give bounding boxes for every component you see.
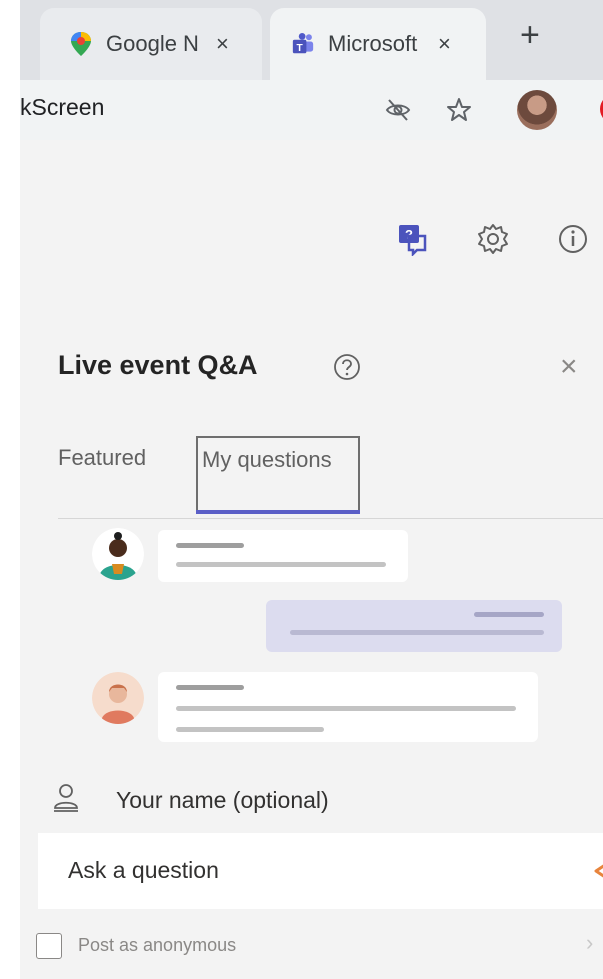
profile-avatar[interactable] xyxy=(517,90,557,130)
gear-icon[interactable] xyxy=(476,222,510,256)
address-bar[interactable]: kScreen xyxy=(20,80,603,140)
person-icon xyxy=(54,784,78,812)
bookmark-star-icon[interactable] xyxy=(445,96,473,124)
google-maps-icon xyxy=(71,32,91,56)
svg-text:T: T xyxy=(297,43,304,54)
eye-off-icon[interactable] xyxy=(384,96,412,124)
name-input[interactable]: Your name (optional) xyxy=(116,787,329,814)
ask-question-placeholder: Ask a question xyxy=(68,857,219,883)
tab-title: Microsoft xyxy=(328,31,418,56)
close-panel-icon[interactable]: × xyxy=(560,352,578,382)
question-bubble xyxy=(158,672,538,742)
tab-title: Google N xyxy=(106,31,198,56)
browser-tab-google[interactable]: Google N × xyxy=(40,8,262,80)
user-avatar xyxy=(92,528,144,580)
my-question-bubble xyxy=(266,600,562,652)
new-tab-button[interactable]: + xyxy=(520,18,540,52)
tab-my-questions[interactable]: My questions xyxy=(196,436,360,512)
tab-featured[interactable]: Featured xyxy=(58,445,146,471)
close-tab-icon[interactable]: × xyxy=(438,31,451,57)
anonymous-checkbox[interactable] xyxy=(36,933,62,959)
tabs-divider xyxy=(58,518,603,519)
window-edge xyxy=(0,0,20,979)
info-icon[interactable] xyxy=(556,222,590,256)
send-icon[interactable]: › xyxy=(586,930,593,956)
user-avatar xyxy=(92,672,144,724)
close-tab-icon[interactable]: × xyxy=(216,31,229,57)
question-bubble xyxy=(158,530,408,582)
pointer-arrow-icon xyxy=(594,864,603,878)
tab-my-questions-label: My questions xyxy=(202,447,332,472)
panel-title: Live event Q&A xyxy=(58,350,258,380)
url-text[interactable]: kScreen xyxy=(20,94,104,121)
browser-tab-teams[interactable]: T Microsoft × xyxy=(270,8,486,80)
help-icon[interactable] xyxy=(333,353,361,381)
browser-tab-strip: Google N × T Microsoft × + xyxy=(20,0,603,80)
teams-icon: T xyxy=(292,33,314,54)
qna-icon[interactable]: ? xyxy=(397,222,431,256)
ask-question-input[interactable]: Ask a question xyxy=(38,833,603,909)
anonymous-label: Post as anonymous xyxy=(78,935,237,955)
active-tab-indicator xyxy=(196,510,360,514)
